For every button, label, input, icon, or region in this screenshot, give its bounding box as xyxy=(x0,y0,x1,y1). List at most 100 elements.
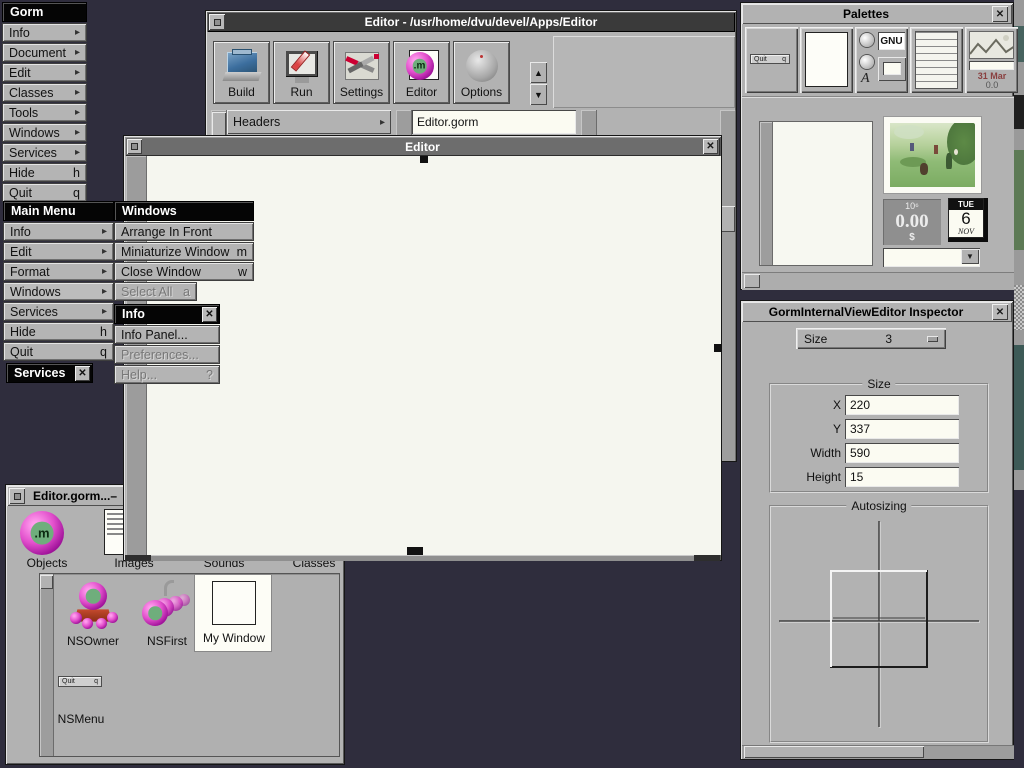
menu-item-info-panel[interactable]: Info Panel... xyxy=(114,325,220,344)
miniaturize-icon[interactable] xyxy=(127,139,142,154)
inspector-titlebar[interactable]: GormInternalViewEditor Inspector ✕ xyxy=(742,302,1012,322)
resize-bar-end[interactable] xyxy=(125,555,151,561)
menu-item-miniaturize-window[interactable]: Miniaturize Windowm xyxy=(114,242,254,261)
scroll-up-button[interactable]: ▲ xyxy=(530,62,547,83)
settings-button[interactable]: Settings xyxy=(333,41,390,104)
object-nsfirst[interactable]: NSFirst xyxy=(132,580,202,652)
menu-item-arrange-in-front[interactable]: Arrange In Front xyxy=(114,222,254,241)
close-icon[interactable]: ✕ xyxy=(992,304,1008,320)
window-resize-bar[interactable] xyxy=(125,555,720,561)
gorm-menu-title[interactable]: Gorm xyxy=(2,2,87,22)
menu-item-hide[interactable]: Hideh xyxy=(2,163,87,182)
autosizing-control[interactable] xyxy=(771,507,987,741)
height-field[interactable]: 15 xyxy=(845,467,959,487)
object-label: My Window xyxy=(195,631,273,645)
object-nsowner[interactable]: NSOwner xyxy=(58,580,128,652)
menu-item-help[interactable]: Help...? xyxy=(114,365,220,384)
icon-part xyxy=(70,612,82,624)
menu-item-edit[interactable]: Edit▸ xyxy=(3,242,114,261)
footer-knob[interactable] xyxy=(744,274,760,288)
menu-item-windows[interactable]: Windows▸ xyxy=(3,282,114,301)
run-button[interactable]: Run xyxy=(273,41,330,104)
menu-item-tools[interactable]: Tools▸ xyxy=(2,103,87,122)
menu-item-label: Tools xyxy=(9,106,38,120)
objects-tab-icon[interactable]: .m xyxy=(20,511,64,555)
icon-part xyxy=(920,163,928,175)
close-icon[interactable]: ✕ xyxy=(992,6,1008,22)
object-nsmenu[interactable]: Quit q NSMenu xyxy=(46,656,116,730)
icon-part xyxy=(946,153,952,169)
menu-item-label: Format xyxy=(10,265,50,279)
menu-item-label: Info xyxy=(9,26,30,40)
services-menu-title[interactable]: Services ✕ xyxy=(6,363,93,383)
editor-app-titlebar[interactable]: Editor - /usr/home/dvu/devel/Apps/Editor xyxy=(207,12,735,32)
width-field[interactable]: 590 xyxy=(845,443,959,463)
object-label: NSFirst xyxy=(132,634,202,648)
options-button[interactable]: Options xyxy=(453,41,510,104)
menu-item-select-all[interactable]: Select Alla xyxy=(114,282,197,301)
resize-bar-end[interactable] xyxy=(694,555,720,561)
x-field[interactable]: 220 xyxy=(845,395,959,415)
palette-windows-button[interactable] xyxy=(800,27,853,93)
menu-item-services[interactable]: Services▸ xyxy=(3,302,114,321)
size-group-legend: Size xyxy=(862,377,895,391)
scrollbar-knob[interactable] xyxy=(744,746,924,758)
menu-item-close-window[interactable]: Close Windoww xyxy=(114,262,254,281)
tab-objects[interactable]: Objects xyxy=(16,556,78,570)
editor-button[interactable]: .m Editor xyxy=(393,41,450,104)
miniaturize-icon[interactable] xyxy=(209,14,225,30)
resize-handle-top[interactable] xyxy=(420,156,428,163)
main-menu-title[interactable]: Main Menu xyxy=(3,201,114,221)
build-button[interactable]: Build xyxy=(213,41,270,104)
menu-item-quit[interactable]: Quitq xyxy=(2,183,87,202)
close-icon[interactable]: ✕ xyxy=(75,366,90,381)
menu-item-edit[interactable]: Edit▸ xyxy=(2,63,87,82)
inspector-bottom-scrollbar[interactable] xyxy=(742,745,1014,759)
y-field[interactable]: 337 xyxy=(845,419,959,439)
resize-handle-bottom[interactable] xyxy=(407,547,423,555)
number-value: 0.00 xyxy=(883,211,941,233)
menu-item-hide[interactable]: Hideh xyxy=(3,322,114,341)
close-icon[interactable]: ✕ xyxy=(202,307,217,322)
sliver-scrollbar[interactable] xyxy=(1014,285,1024,330)
miniaturize-icon[interactable] xyxy=(9,488,25,504)
icon-part xyxy=(295,77,309,83)
palette-data-button[interactable] xyxy=(910,27,963,93)
windows-menu-title[interactable]: Windows xyxy=(114,201,254,221)
menu-item-services[interactable]: Services▸ xyxy=(2,143,87,162)
palettes-titlebar[interactable]: Palettes ✕ xyxy=(742,4,1012,24)
window-vertical-scrollbar[interactable] xyxy=(720,110,736,461)
menu-item-classes[interactable]: Classes▸ xyxy=(2,83,87,102)
palette-menus-button[interactable]: Quit q xyxy=(745,27,798,93)
scrollbar-knob[interactable] xyxy=(40,575,53,589)
menu-item-windows[interactable]: Windows▸ xyxy=(2,123,87,142)
menu-item-info[interactable]: Info▸ xyxy=(2,23,87,42)
palette-controls-button[interactable]: GNU A xyxy=(855,27,908,93)
empty-list-view[interactable] xyxy=(759,121,873,266)
filename-field[interactable]: Editor.gorm xyxy=(412,110,576,134)
icon-part xyxy=(96,618,107,629)
menu-item-quit[interactable]: Quitq xyxy=(3,342,114,361)
image-view[interactable] xyxy=(884,117,981,193)
object-my-window[interactable]: My Window xyxy=(194,574,272,652)
inspector-popup[interactable]: Size 3 xyxy=(796,328,946,349)
menu-item-document[interactable]: Document▸ xyxy=(2,43,87,62)
info-menu-title[interactable]: Info ✕ xyxy=(114,304,220,324)
browser-cell-headers[interactable]: Headers ▸ xyxy=(227,110,391,134)
palette-misc-button[interactable]: 31 Mar 0.0 xyxy=(965,27,1018,93)
menu-item-label: Services xyxy=(10,305,58,319)
main-menu: Main Menu Info▸ Edit▸ Format▸ Windows▸ S… xyxy=(3,201,114,361)
text-a-icon: A xyxy=(861,71,870,87)
list-scrollbar[interactable] xyxy=(760,122,773,265)
combo-dropdown-button[interactable]: ▼ xyxy=(961,249,979,264)
menu-item-preferences[interactable]: Preferences... xyxy=(114,345,220,364)
menu-item-format[interactable]: Format▸ xyxy=(3,262,114,281)
combo-box[interactable]: ▼ xyxy=(883,248,980,267)
close-icon[interactable]: ✕ xyxy=(703,139,718,154)
field-label-width: Width xyxy=(771,446,841,460)
menu-item-info[interactable]: Info▸ xyxy=(3,222,114,241)
resize-handle-right[interactable] xyxy=(714,344,722,352)
scrollbar-knob[interactable] xyxy=(721,206,735,232)
canvas-titlebar[interactable]: Editor ✕ xyxy=(125,137,720,156)
scroll-down-button[interactable]: ▼ xyxy=(530,84,547,105)
